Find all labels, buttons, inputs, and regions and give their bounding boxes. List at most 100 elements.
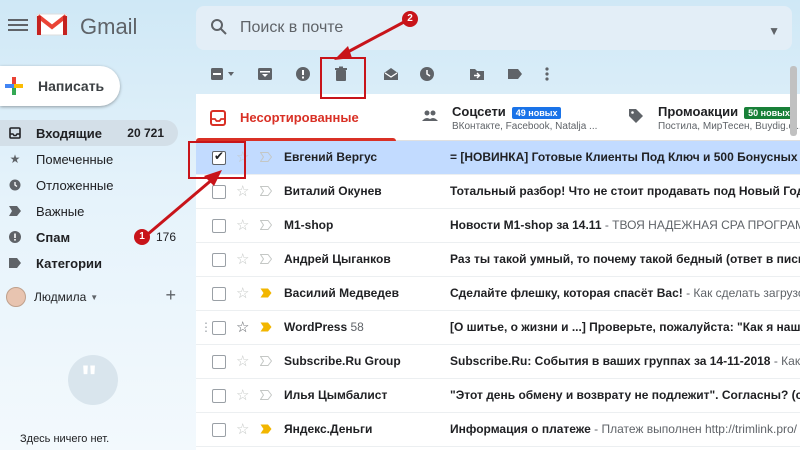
compose-button[interactable]: Написать bbox=[0, 66, 120, 106]
annotation-step-1: 1 bbox=[134, 229, 150, 245]
row-checkbox[interactable] bbox=[212, 321, 226, 335]
row-checkbox[interactable] bbox=[212, 423, 226, 437]
archive-icon[interactable] bbox=[256, 66, 274, 82]
add-contact-icon[interactable]: + bbox=[165, 285, 176, 306]
email-subject: Раз ты такой умный, то почему такой бедн… bbox=[450, 252, 800, 266]
important-marker-icon[interactable] bbox=[260, 288, 272, 298]
labels-icon[interactable] bbox=[506, 66, 524, 82]
star-icon[interactable]: ☆ bbox=[236, 420, 249, 438]
row-checkbox[interactable] bbox=[212, 287, 226, 301]
table-row[interactable]: ✔ ☆ Евгений Вергус = [НОВИНКА] Готовые К… bbox=[196, 141, 800, 175]
star-icon[interactable]: ☆ bbox=[236, 318, 249, 336]
clock-icon bbox=[8, 178, 22, 192]
sidebar-item-snoozed[interactable]: Отложенные bbox=[0, 172, 190, 198]
star-icon[interactable]: ☆ bbox=[236, 250, 249, 268]
email-subject: Новости M1-shop за 14.11 bbox=[450, 218, 602, 232]
more-icon[interactable] bbox=[538, 66, 556, 82]
row-checkbox[interactable] bbox=[212, 253, 226, 267]
inbox-icon bbox=[8, 126, 22, 140]
email-sender: Виталий Окунев bbox=[284, 184, 382, 198]
important-icon bbox=[8, 204, 22, 218]
row-checkbox[interactable] bbox=[212, 219, 226, 233]
tab-social[interactable]: Соцсети 49 новых ВКонтакте, Facebook, Nat… bbox=[408, 94, 608, 140]
message-toolbar bbox=[196, 56, 800, 94]
sidebar-item-important[interactable]: Важные bbox=[0, 198, 190, 224]
sidebar-item-label: Категории bbox=[36, 255, 103, 271]
row-checkbox[interactable] bbox=[212, 185, 226, 199]
email-subject: Subscribe.Ru: События в ваших группах за… bbox=[450, 354, 771, 368]
important-marker-icon[interactable] bbox=[260, 254, 272, 264]
star-icon[interactable]: ☆ bbox=[236, 216, 249, 234]
compose-plus-icon bbox=[5, 77, 23, 95]
star-icon[interactable]: ☆ bbox=[236, 284, 249, 302]
table-row[interactable]: ☆ Василий Медведев Сделайте флешку, кото… bbox=[196, 277, 800, 311]
sidebar-item-inbox[interactable]: Входящие 20 721 bbox=[0, 120, 178, 146]
table-row[interactable]: ⋮⋮ ☆ WordPress 58 [О шитье, о жизни и ..… bbox=[196, 311, 800, 345]
hangouts-empty-text: Здесь ничего нет. bbox=[20, 433, 110, 445]
important-marker-icon[interactable] bbox=[260, 186, 272, 196]
star-icon[interactable]: ☆ bbox=[236, 352, 249, 370]
user-dropdown-icon[interactable]: ▼ bbox=[90, 293, 98, 302]
row-checkbox[interactable] bbox=[212, 355, 226, 369]
sidebar-item-label: Спам bbox=[36, 229, 71, 245]
snooze-icon[interactable] bbox=[418, 66, 436, 82]
scrollbar-thumb[interactable] bbox=[790, 66, 797, 136]
search-icon[interactable] bbox=[210, 18, 228, 36]
important-marker-icon[interactable] bbox=[260, 424, 272, 434]
category-tabs: Несортированные Соцсети 49 новых ВКонтакт… bbox=[196, 94, 800, 141]
table-row[interactable]: ☆ Андрей Цыганков Раз ты такой умный, то… bbox=[196, 243, 800, 277]
report-spam-icon[interactable] bbox=[294, 66, 312, 82]
mark-read-icon[interactable] bbox=[382, 66, 400, 82]
email-sender: Subscribe.Ru Group bbox=[284, 354, 401, 368]
sidebar-item-starred[interactable]: ★ Помеченные bbox=[0, 146, 190, 172]
sidebar-item-categories[interactable]: Категории bbox=[0, 250, 190, 276]
table-row[interactable]: ☆ Яндекс.Деньги Информация о платеже - П… bbox=[196, 413, 800, 447]
search-options-icon[interactable]: ▼ bbox=[768, 24, 780, 38]
main-menu-icon[interactable] bbox=[8, 16, 28, 36]
important-marker-icon[interactable] bbox=[260, 356, 272, 366]
important-marker-icon[interactable] bbox=[260, 322, 272, 332]
table-row[interactable]: ☆ M1-shop Новости M1-shop за 14.11 - ТВО… bbox=[196, 209, 800, 243]
tab-promotions[interactable]: Промоакции 50 новых Постила, МирТесен, Bu… bbox=[614, 94, 800, 140]
email-sender: WordPress bbox=[284, 320, 348, 334]
move-to-icon[interactable] bbox=[468, 66, 486, 82]
new-count-badge: 50 новых bbox=[744, 107, 794, 119]
annotation-highlight-delete bbox=[320, 57, 366, 99]
email-list: ✔ ☆ Евгений Вергус = [НОВИНКА] Готовые К… bbox=[196, 141, 800, 447]
email-snippet: - ТВОЯ НАДЕЖНАЯ CPA ПРОГРАММА bbox=[604, 218, 800, 232]
table-row[interactable]: ☆ Subscribe.Ru Group Subscribe.Ru: Событ… bbox=[196, 345, 800, 379]
email-subject: "Этот день обмену и возврату не подлежит… bbox=[450, 388, 800, 402]
annotation-step-2: 2 bbox=[402, 11, 418, 27]
tab-label: Промоакции bbox=[658, 104, 739, 119]
inbox-count: 20 721 bbox=[127, 126, 164, 140]
search-input[interactable]: Поиск в почте bbox=[240, 19, 343, 37]
star-icon[interactable]: ☆ bbox=[236, 386, 249, 404]
sidebar-item-label: Важные bbox=[36, 203, 85, 219]
user-name: Людмила bbox=[34, 290, 87, 304]
tag-icon bbox=[629, 109, 643, 123]
gmail-logo-icon[interactable] bbox=[36, 12, 68, 36]
email-subject: Тотальный разбор! Что не стоит продавать… bbox=[450, 184, 800, 198]
search-bar[interactable]: Поиск в почте ▼ bbox=[196, 6, 792, 50]
hangouts-user[interactable]: Людмила ▼ + bbox=[6, 285, 176, 307]
scrollbar[interactable] bbox=[789, 66, 798, 450]
email-sender: Яндекс.Деньги bbox=[284, 422, 373, 436]
sidebar-item-label: Отложенные bbox=[36, 177, 114, 193]
tab-primary[interactable]: Несортированные bbox=[196, 94, 396, 141]
row-checkbox[interactable] bbox=[212, 389, 226, 403]
important-marker-icon[interactable] bbox=[260, 220, 272, 230]
email-subject: = [НОВИНКА] Готовые Клиенты Под Ключ и 5… bbox=[450, 150, 800, 164]
important-marker-icon[interactable] bbox=[260, 390, 272, 400]
important-marker-icon[interactable] bbox=[260, 152, 272, 162]
new-count-badge: 49 новых bbox=[511, 107, 562, 119]
table-row[interactable]: ☆ Виталий Окунев Тотальный разбор! Что н… bbox=[196, 175, 800, 209]
email-snippet: - Платеж выполнен http://trimlink.pro/ bbox=[590, 422, 797, 436]
select-checkbox-icon[interactable] bbox=[210, 66, 238, 82]
email-subject: Сделайте флешку, которая спасёт Вас! bbox=[450, 286, 683, 300]
table-row[interactable]: ☆ Илья Цымбалист "Этот день обмену и воз… bbox=[196, 379, 800, 413]
label-icon bbox=[8, 256, 22, 270]
sidebar-item-spam[interactable]: Спам 176 bbox=[0, 224, 190, 250]
avatar bbox=[6, 287, 26, 307]
star-icon[interactable]: ☆ bbox=[236, 182, 249, 200]
inbox-tab-icon bbox=[210, 110, 226, 126]
